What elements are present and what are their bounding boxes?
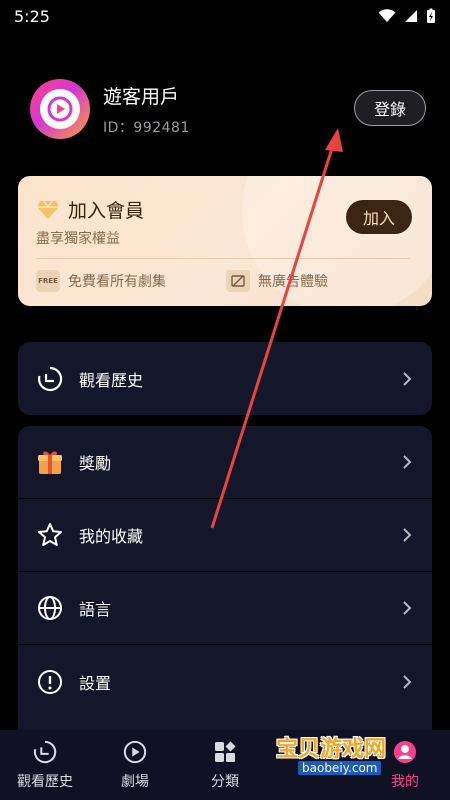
vip-title: 加入會員 — [68, 200, 145, 222]
status-bar: 5:25 — [0, 0, 450, 32]
menu-item-language[interactable]: 語言 — [18, 572, 432, 645]
menu-label: 觀看歷史 — [79, 370, 144, 390]
menu-item-rewards[interactable]: 獎勵 — [18, 426, 432, 499]
play-icon — [122, 739, 148, 765]
chevron-right-icon — [403, 371, 412, 386]
menu-card-main: 獎勵 我的收藏 語言 設置 — [18, 426, 432, 730]
play-logo-icon — [47, 96, 73, 122]
menu-label: 設置 — [79, 673, 112, 693]
tab-label: 我的 — [391, 774, 419, 790]
history-icon — [36, 365, 64, 393]
vip-perk-label: 無廣告體驗 — [258, 274, 328, 290]
profile-name: 遊客用戶 — [103, 85, 180, 108]
tab-label: 劇場 — [121, 774, 149, 790]
free-badge-icon: FREE — [36, 270, 60, 292]
gift-icon — [36, 448, 64, 476]
vip-perk-label: 免費看所有劇集 — [68, 274, 166, 290]
reward-icon — [302, 749, 328, 775]
menu-item-history[interactable]: 觀看歷史 — [18, 342, 432, 415]
menu-label: 獎勵 — [79, 454, 112, 473]
chevron-right-icon — [403, 601, 412, 615]
avatar[interactable] — [30, 79, 90, 139]
profile-id: ID：992481 — [103, 119, 190, 136]
login-button[interactable]: 登錄 — [354, 90, 426, 126]
vip-subtitle: 盡享獨家權益 — [36, 231, 120, 247]
chevron-right-icon — [403, 674, 412, 689]
chevron-right-icon — [403, 455, 412, 469]
bottom-tab-bar: 觀看歷史 劇場 分類 我的 — [0, 730, 450, 800]
status-time: 5:25 — [14, 6, 50, 26]
menu-label: 我的收藏 — [79, 527, 144, 546]
tab-label: 觀看歷史 — [17, 774, 73, 790]
globe-icon — [36, 594, 64, 622]
alert-icon — [36, 668, 64, 696]
battery-icon — [427, 8, 435, 23]
menu-item-favorites[interactable]: 我的收藏 — [18, 499, 432, 572]
vip-perk-no-ads: 無廣告體驗 — [226, 270, 328, 292]
tab-label: 分類 — [211, 774, 239, 790]
tab-rewards[interactable] — [270, 730, 360, 800]
status-icons — [378, 8, 436, 24]
tab-history[interactable]: 觀看歷史 — [0, 730, 90, 800]
chevron-right-icon — [403, 528, 412, 542]
vip-divider — [36, 258, 410, 259]
tab-profile[interactable]: 我的 — [360, 730, 450, 800]
profile-icon — [392, 739, 418, 765]
grid-icon — [212, 739, 238, 765]
profile-header: 遊客用戶 ID：992481 登錄 — [30, 78, 426, 140]
menu-label: 語言 — [79, 600, 112, 619]
tab-categories[interactable]: 分類 — [180, 730, 270, 800]
menu-card-history: 觀看歷史 — [18, 342, 432, 415]
vip-card[interactable]: 加入會員 盡享獨家權益 加入 FREE 免費看所有劇集 無廣告體驗 — [18, 176, 432, 306]
wifi-icon — [378, 9, 396, 22]
history-icon — [32, 739, 58, 765]
vip-join-button[interactable]: 加入 — [346, 200, 412, 234]
star-icon — [36, 521, 64, 549]
tab-theater[interactable]: 劇場 — [90, 730, 180, 800]
menu-item-settings[interactable]: 設置 — [18, 645, 432, 718]
signal-icon — [405, 10, 417, 22]
vip-perk-free: FREE 免費看所有劇集 — [36, 270, 166, 292]
diamond-icon — [37, 200, 59, 219]
no-ads-icon — [226, 270, 250, 292]
